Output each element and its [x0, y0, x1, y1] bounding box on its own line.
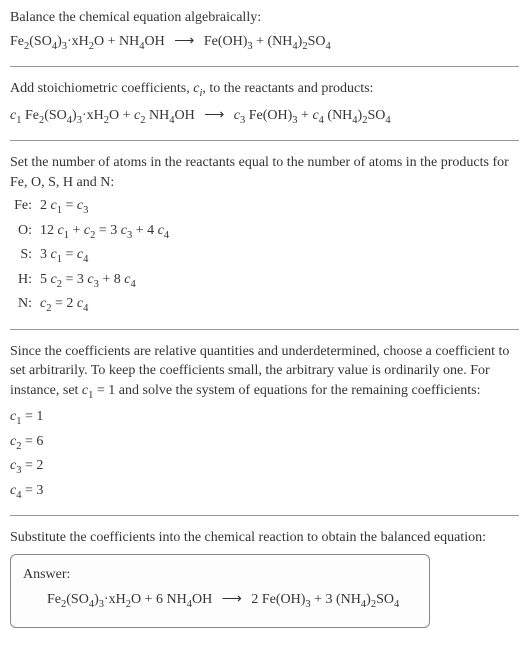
- arrow-icon: ⟶: [204, 106, 224, 126]
- divider: [10, 329, 519, 330]
- intro-text: Balance the chemical equation algebraica…: [10, 8, 519, 28]
- divider: [10, 515, 519, 516]
- list-item: c1 = 1: [10, 407, 519, 429]
- list-item: c4 = 3: [10, 481, 519, 503]
- table-row: O: 12 c1 + c2 = 3 c3 + 4 c4: [10, 221, 519, 243]
- step2-text: Set the number of atoms in the reactants…: [10, 153, 519, 192]
- arrow-icon: ⟶: [222, 590, 242, 610]
- atom-equation: 2 c1 = c3: [40, 196, 519, 218]
- coefficient-list: c1 = 1 c2 = 6 c3 = 2 c4 = 3: [10, 407, 519, 503]
- coefficient-equation: c1 Fe2(SO4)3·xH2O + c2 NH4OH ⟶ c3 Fe(OH)…: [10, 106, 519, 128]
- table-row: H: 5 c2 = 3 c3 + 8 c4: [10, 270, 519, 292]
- divider: [10, 140, 519, 141]
- step1-text: Add stoichiometric coefficients, ci, to …: [10, 79, 519, 101]
- answer-reactants: Fe2(SO4)3·xH2O + 6 NH4OH: [47, 592, 212, 607]
- atom-equation: 3 c1 = c4: [40, 245, 519, 267]
- table-row: N: c2 = 2 c4: [10, 294, 519, 316]
- atom-label: N:: [10, 294, 40, 316]
- atom-label: O:: [10, 221, 40, 243]
- product-text: Fe(OH)3 + (NH4)2SO4: [204, 34, 331, 49]
- atom-equation: 12 c1 + c2 = 3 c3 + 4 c4: [40, 221, 519, 243]
- reactant-text: Fe2(SO4)3·xH2O + NH4OH: [10, 34, 165, 49]
- list-item: c2 = 6: [10, 432, 519, 454]
- answer-box: Answer: Fe2(SO4)3·xH2O + 6 NH4OH ⟶ 2 Fe(…: [10, 554, 430, 628]
- step3-section: Since the coefficients are relative quan…: [10, 342, 519, 504]
- step2-section: Set the number of atoms in the reactants…: [10, 153, 519, 317]
- arrow-icon: ⟶: [174, 32, 194, 52]
- atom-equation: c2 = 2 c4: [40, 294, 519, 316]
- unbalanced-equation: Fe2(SO4)3·xH2O + NH4OH ⟶ Fe(OH)3 + (NH4)…: [10, 32, 519, 54]
- atom-equation: 5 c2 = 3 c3 + 8 c4: [40, 270, 519, 292]
- answer-label: Answer:: [23, 565, 417, 585]
- list-item: c3 = 2: [10, 456, 519, 478]
- table-row: Fe: 2 c1 = c3: [10, 196, 519, 218]
- step1-section: Add stoichiometric coefficients, ci, to …: [10, 79, 519, 128]
- atom-label: H:: [10, 270, 40, 292]
- atom-balance-table: Fe: 2 c1 = c3 O: 12 c1 + c2 = 3 c3 + 4 c…: [10, 196, 519, 316]
- atom-label: S:: [10, 245, 40, 267]
- step3-text: Since the coefficients are relative quan…: [10, 342, 519, 404]
- balanced-equation: Fe2(SO4)3·xH2O + 6 NH4OH ⟶ 2 Fe(OH)3 + 3…: [23, 590, 417, 612]
- atom-label: Fe:: [10, 196, 40, 218]
- answer-products: 2 Fe(OH)3 + 3 (NH4)2SO4: [251, 592, 399, 607]
- table-row: S: 3 c1 = c4: [10, 245, 519, 267]
- step4-section: Substitute the coefficients into the che…: [10, 528, 519, 628]
- divider: [10, 66, 519, 67]
- intro-section: Balance the chemical equation algebraica…: [10, 8, 519, 54]
- step4-text: Substitute the coefficients into the che…: [10, 528, 519, 548]
